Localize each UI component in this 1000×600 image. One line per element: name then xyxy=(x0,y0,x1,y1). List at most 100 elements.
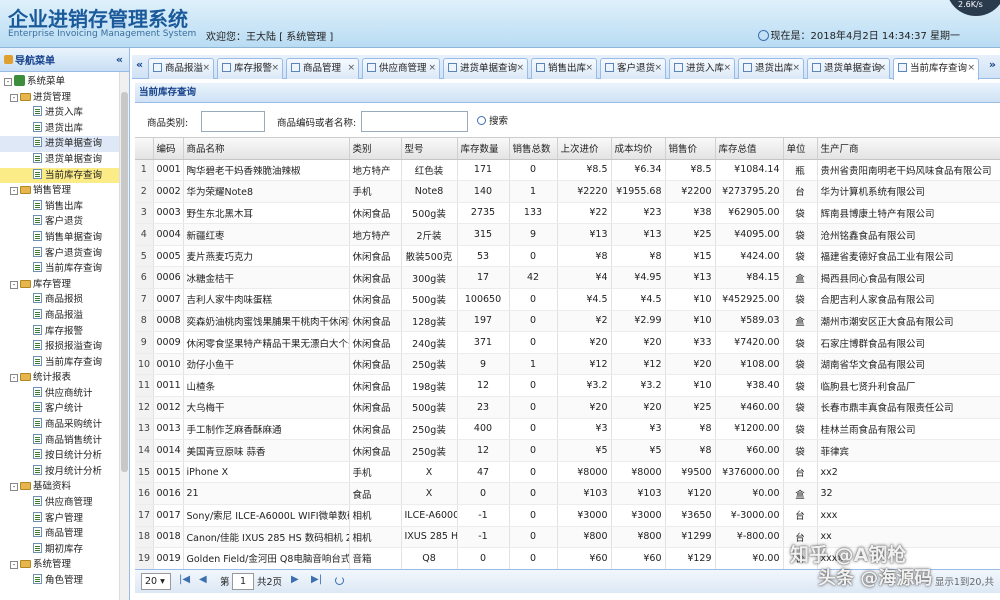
table-row[interactable]: 13 0013 手工制作芝麻香酥麻通 休闲食品 250g装 400 0 ¥3 ¥3 ¥8 ¥1200… xyxy=(135,418,1000,441)
sidebar-item[interactable]: 角色管理 xyxy=(0,573,129,589)
tab[interactable]: 进货入库 × xyxy=(669,58,735,79)
tree-expander-icon[interactable]: - xyxy=(10,280,18,289)
table-row[interactable]: 16 0016 21 食品 X 0 0 ¥103 ¥103 ¥120 ¥0.00 盒 32 xyxy=(135,482,1000,505)
sidebar-item[interactable]: 当前库存查询 xyxy=(0,261,129,277)
table-row[interactable]: 90009休闲零食坚果特产精品干果无漂白大个开心果休闲食品240g装3710¥2… xyxy=(135,331,1000,354)
tab-close-icon[interactable]: × xyxy=(347,59,355,78)
sidebar-item[interactable]: 退货单据查询 xyxy=(0,152,129,168)
tab-close-icon[interactable]: × xyxy=(202,59,210,78)
table-row[interactable]: 1 0001 陶华碧老干妈香辣脆油辣椒 地方特产 红色装 171 0 ¥8.5 ¥6.34 ¥8.… xyxy=(135,159,1000,182)
sidebar-item[interactable]: 按日统计分析 xyxy=(0,448,129,464)
table-row[interactable]: 8 0008 奕森奶油桃肉蜜饯果脯果干桃肉干休闲零食 休闲食品 128g装 197 0 ¥2 ¥… xyxy=(135,310,1000,333)
sidebar-item[interactable]: 客户退货查询 xyxy=(0,246,129,262)
sidebar-item[interactable]: 商品报损 xyxy=(0,292,129,308)
tree-expander-icon[interactable]: - xyxy=(10,374,18,383)
tab-close-icon[interactable]: × xyxy=(516,59,524,78)
sidebar-item[interactable]: 商品管理 xyxy=(0,526,129,542)
column-header[interactable]: 库存数量 xyxy=(457,138,510,160)
tab[interactable]: 销售出库 × xyxy=(531,58,597,79)
first-page-icon[interactable]: |◀ xyxy=(179,574,190,585)
sidebar-item[interactable]: 供应商统计 xyxy=(0,386,129,402)
sidebar-item[interactable]: 供应商管理 xyxy=(0,495,129,511)
tab[interactable]: 当前库存查询 × xyxy=(893,58,979,80)
tab-close-icon[interactable]: × xyxy=(792,59,800,78)
page-size-select[interactable]: 20 ▾ xyxy=(141,573,171,590)
tab[interactable]: 商品管理 × xyxy=(286,58,359,79)
tab-close-icon[interactable]: × xyxy=(967,59,975,78)
tree-expander-icon[interactable]: - xyxy=(4,78,12,86)
column-header[interactable]: 单位 xyxy=(783,138,818,160)
collapse-sidebar-icon[interactable]: « xyxy=(116,53,123,66)
tab[interactable]: 库存报警 × xyxy=(217,58,283,79)
tab-close-icon[interactable]: × xyxy=(654,59,662,78)
column-header[interactable]: 销售总数 xyxy=(509,138,558,160)
sidebar-item[interactable]: 按月统计分析 xyxy=(0,464,129,480)
tree-expander-icon[interactable]: - xyxy=(10,93,18,102)
tab-close-icon[interactable]: × xyxy=(585,59,593,78)
sidebar-scrollbar[interactable] xyxy=(119,72,129,600)
column-header[interactable]: 上次进价 xyxy=(557,138,612,160)
sidebar-item[interactable]: 进货入库 xyxy=(0,105,129,121)
table-row[interactable]: 6 0006 冰糖金桔干 休闲食品 300g装 17 42 ¥4 ¥4.95 ¥13 ¥84.15 盒… xyxy=(135,266,1000,290)
sidebar-item[interactable]: 当前库存查询 xyxy=(0,355,129,371)
table-row[interactable]: 4 0004 新疆红枣 地方特产 2斤装 315 9 ¥13 ¥13 ¥25 ¥4095.00 袋沧州… xyxy=(135,223,1000,246)
column-header[interactable]: 商品名称 xyxy=(183,138,350,160)
sidebar-item[interactable]: 商品采购统计 xyxy=(0,417,129,433)
tab[interactable]: 供应商管理 × xyxy=(362,58,440,79)
sidebar-item[interactable]: 退货出库 xyxy=(0,121,129,137)
column-header[interactable]: 成本均价 xyxy=(611,138,666,160)
sidebar-item[interactable]: - 统计报表 xyxy=(0,370,129,386)
sidebar-item[interactable]: - 库存管理 xyxy=(0,277,129,293)
sidebar-item[interactable]: 当前库存查询 xyxy=(0,167,129,184)
prev-page-icon[interactable]: ◀ xyxy=(199,574,207,585)
sidebar-item[interactable]: 进货单据查询 xyxy=(0,136,129,152)
table-row[interactable]: 3 0003 野生东北黑木耳 休闲食品 500g装 2735 133 ¥22 ¥23 ¥38 ¥62… xyxy=(135,202,1000,225)
refresh-icon[interactable] xyxy=(335,576,344,588)
sidebar-item[interactable]: - 系统管理 xyxy=(0,557,129,573)
sidebar-item[interactable]: - 进货管理 xyxy=(0,90,129,106)
search-button[interactable]: 搜索 xyxy=(477,113,508,127)
tree-expander-icon[interactable]: - xyxy=(10,187,18,196)
table-row[interactable]: 12 0012 大乌梅干 休闲食品 500g装 23 0 ¥20 ¥20 ¥25 ¥460.00 袋长… xyxy=(135,396,1000,419)
tab-scroll-right-icon[interactable]: » xyxy=(989,58,996,71)
table-row[interactable]: 11 0011 山楂条 休闲食品 198g装 12 0 ¥3.2 ¥3.2 ¥10 ¥38.40 袋临… xyxy=(135,374,1000,398)
sidebar-item[interactable]: 期初库存 xyxy=(0,542,129,558)
keyword-input[interactable] xyxy=(361,111,468,132)
tab[interactable]: 商品报溢 × xyxy=(148,58,214,79)
tab-close-icon[interactable]: × xyxy=(723,59,731,78)
table-row[interactable]: 10 0010 劲仔小鱼干 休闲食品 250g装 9 1 ¥12 ¥12 ¥20 ¥108.00 袋湖… xyxy=(135,353,1000,376)
tab-close-icon[interactable]: × xyxy=(271,59,279,78)
table-row[interactable]: 5 0005 麦片燕麦巧克力 休闲食品 散装500克 53 0 ¥8 ¥8 ¥15 ¥424.00 袋… xyxy=(135,245,1000,268)
table-row[interactable]: 14 0014 美国青豆原味 蒜香 休闲食品 250g装 12 0 ¥5 ¥5 ¥8 ¥60.00 袋… xyxy=(135,439,1000,462)
table-row[interactable]: 7 0007 吉利人家牛肉味蛋糕 休闲食品 500g装 100650 0 ¥4.5 ¥4.5 ¥1… xyxy=(135,288,1000,311)
column-header[interactable] xyxy=(135,138,154,160)
tab[interactable]: 客户退货 × xyxy=(600,58,666,79)
sidebar-item[interactable]: 销售单据查询 xyxy=(0,230,129,246)
tab-close-icon[interactable]: × xyxy=(428,59,436,78)
last-page-icon[interactable]: ▶| xyxy=(311,574,322,585)
next-page-icon[interactable]: ▶ xyxy=(291,574,299,585)
column-header[interactable]: 销售价 xyxy=(665,138,716,160)
tab[interactable]: 进货单据查询 × xyxy=(443,58,528,79)
table-row[interactable]: 170017Sony/索尼 ILCE-A6000L WIFI微单数码相机相机IL… xyxy=(135,504,1000,527)
page-number-input[interactable]: 1 xyxy=(232,573,254,590)
column-header[interactable]: 库存总值 xyxy=(715,138,784,160)
sidebar-item[interactable]: 客户退货 xyxy=(0,214,129,230)
sidebar-item[interactable]: - 系统菜单 xyxy=(0,74,129,90)
sidebar-item[interactable]: 库存报警 xyxy=(0,324,129,340)
tree-expander-icon[interactable]: - xyxy=(10,561,18,570)
column-header[interactable]: 编码 xyxy=(153,138,184,160)
column-header[interactable]: 生产厂商 xyxy=(817,138,1000,160)
sidebar-item[interactable]: 客户统计 xyxy=(0,401,129,417)
sidebar-item[interactable]: 销售出库 xyxy=(0,199,129,215)
column-header[interactable]: 型号 xyxy=(401,138,458,160)
tree-expander-icon[interactable]: - xyxy=(10,483,18,492)
tab[interactable]: 退货出库 × xyxy=(738,58,804,79)
table-row[interactable]: 15 0015 iPhone X 手机 X 47 0 ¥8000 ¥8000 ¥9500 ¥3760… xyxy=(135,461,1000,484)
tab[interactable]: 退货单据查询 × xyxy=(807,58,890,79)
sidebar-item[interactable]: - 基础资料 xyxy=(0,479,129,495)
table-row[interactable]: 2 0002 华为荣耀Note8 手机 Note8 140 1 ¥2220 ¥1955.68 ¥2… xyxy=(135,180,1000,203)
sidebar-item[interactable]: 商品销售统计 xyxy=(0,433,129,449)
sidebar-item[interactable]: - 销售管理 xyxy=(0,183,129,199)
tab-scroll-left-icon[interactable]: « xyxy=(136,58,143,71)
